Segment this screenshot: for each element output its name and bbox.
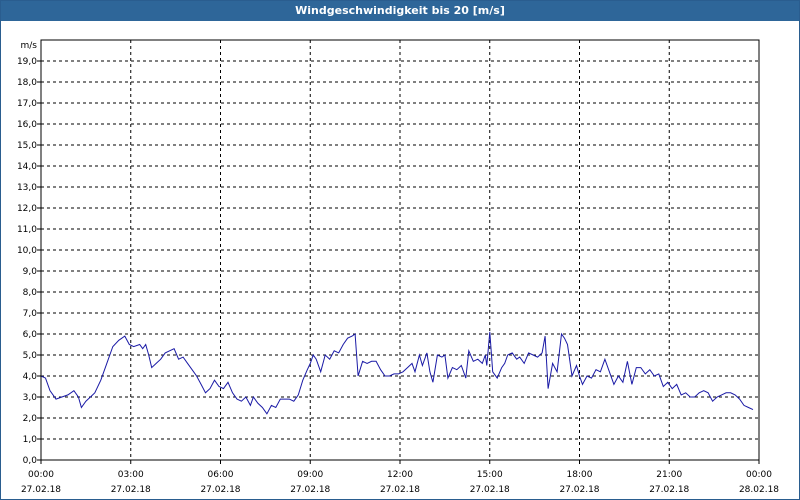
x-tick-time-label: 06:00	[208, 470, 234, 480]
x-tick-time-label: 21:00	[656, 470, 682, 480]
y-tick-label: 1,0	[23, 435, 38, 445]
y-tick-label: 12,0	[17, 204, 37, 214]
x-tick-time-label: 09:00	[297, 470, 323, 480]
grid	[41, 40, 759, 460]
y-tick-label: 3,0	[23, 393, 38, 403]
chart-window: Windgeschwindigkeit bis 20 [m/s] 0,0 1,0 2…	[0, 0, 800, 500]
x-tick-date-label: 28.02.18	[739, 485, 779, 495]
x-tick-date-label: 27.02.18	[559, 485, 599, 495]
x-tick-date-label: 27.02.18	[290, 485, 330, 495]
x-tick-date-label: 27.02.18	[380, 485, 420, 495]
y-tick-label: 10,0	[17, 246, 37, 256]
x-tick-time-label: 18:00	[567, 470, 593, 480]
y-tick-label: 13,0	[17, 183, 37, 193]
x-tick-time-label: 00:00	[746, 470, 772, 480]
wind-speed-line	[40, 331, 754, 415]
y-tick-label: 11,0	[17, 225, 37, 235]
x-tick-date-label: 27.02.18	[111, 485, 151, 495]
y-tick-label: 8,0	[23, 288, 38, 298]
x-tick-time-label: 00:00	[28, 470, 54, 480]
x-tick-date-label: 27.02.18	[470, 485, 510, 495]
y-tick-label: 19,0	[17, 57, 37, 67]
x-tick-time-label: 15:00	[477, 470, 503, 480]
chart-title: Windgeschwindigkeit bis 20 [m/s]	[1, 1, 799, 21]
x-tick-date-label: 27.02.18	[21, 485, 61, 495]
y-tick-label: 5,0	[23, 351, 38, 361]
x-tick-time-label: 12:00	[387, 470, 413, 480]
x-tick-time-label: 03:00	[118, 470, 144, 480]
y-tick-label: 4,0	[23, 372, 38, 382]
y-axis-label: m/s	[21, 41, 38, 51]
y-tick-label: 18,0	[17, 78, 37, 88]
y-tick-label: 9,0	[23, 267, 38, 277]
series-layer	[40, 331, 754, 415]
axes	[37, 39, 760, 464]
y-tick-label: 17,0	[17, 99, 37, 109]
x-tick-date-label: 27.02.18	[200, 485, 240, 495]
tick-labels: 0,0 1,0 2,0 3,0 4,0 5,0 6,0 7,0 8,0 9,0 10,0 11,0 12…	[17, 41, 779, 495]
y-tick-label: 7,0	[23, 309, 38, 319]
x-tick-date-label: 27.02.18	[649, 485, 689, 495]
y-tick-label: 15,0	[17, 141, 37, 151]
y-tick-label: 14,0	[17, 162, 37, 172]
y-tick-label: 16,0	[17, 120, 37, 130]
y-tick-label: 6,0	[23, 330, 38, 340]
y-tick-label: 0,0	[23, 456, 38, 466]
line-chart: 0,0 1,0 2,0 3,0 4,0 5,0 6,0 7,0 8,0 9,0 10,0 11,0 12…	[17, 39, 779, 495]
y-tick-label: 2,0	[23, 414, 38, 424]
